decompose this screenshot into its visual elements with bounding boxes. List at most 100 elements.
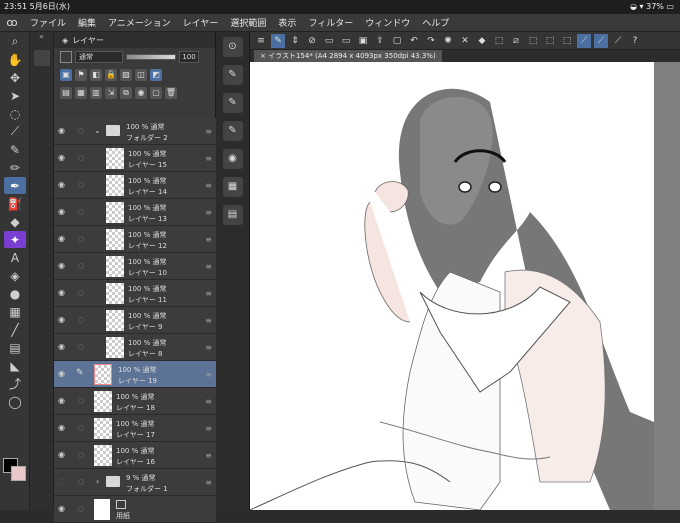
layer-lock-toggle[interactable]: [78, 425, 84, 431]
color-wheel-icon[interactable]: ◉: [222, 149, 243, 169]
layer-lock-toggle[interactable]: [78, 182, 84, 188]
layer-row-13[interactable]: ◉ 100 % 通常 レイヤー 13 ≡: [54, 199, 216, 226]
brush-size-icon[interactable]: ✎: [222, 121, 243, 141]
clip-icon[interactable]: ▣: [60, 69, 72, 81]
menu-help[interactable]: ヘルプ: [416, 16, 455, 29]
drag-handle-icon[interactable]: ≡: [205, 181, 212, 190]
open-file-icon[interactable]: ▭: [339, 34, 353, 48]
fill-icon[interactable]: ◈: [4, 267, 26, 284]
transform-icon[interactable]: ⬚: [492, 34, 506, 48]
hand-icon[interactable]: ✋: [4, 51, 26, 68]
lock-icon[interactable]: 🔒: [105, 69, 117, 81]
layer-lock-toggle[interactable]: [78, 155, 84, 161]
snap-special-ruler-icon[interactable]: ⟋: [594, 33, 608, 48]
layer-color-icon[interactable]: [60, 51, 72, 63]
canvas-tab[interactable]: × イラスト154* (A4 2894 x 4093px 350dpi 43.3…: [254, 50, 442, 62]
close-icon[interactable]: ×: [260, 52, 266, 60]
deselect-icon[interactable]: ⬚: [543, 34, 557, 48]
export-icon[interactable]: ⇪: [373, 34, 387, 48]
lock-transparent-icon[interactable]: ▨: [120, 69, 132, 81]
drag-handle-icon[interactable]: ≡: [205, 370, 212, 379]
visibility-eye-icon[interactable]: ◉: [58, 127, 68, 135]
visibility-eye-icon[interactable]: ◉: [58, 154, 68, 162]
brush-icon[interactable]: ✒: [4, 177, 26, 194]
opacity-value[interactable]: 100: [179, 51, 199, 63]
fill-layer-icon[interactable]: ◆: [475, 34, 489, 48]
menu-view[interactable]: 表示: [272, 16, 302, 29]
zoom-icon[interactable]: ⌕: [4, 33, 26, 50]
text-icon[interactable]: A: [4, 249, 26, 266]
drag-handle-icon[interactable]: ≡: [205, 316, 212, 325]
merge-down-icon[interactable]: ⇲: [105, 87, 117, 99]
layer-lock-toggle[interactable]: [78, 452, 84, 458]
layer-row-16[interactable]: ◉ 100 % 通常 レイヤー 16 ≡: [54, 442, 216, 469]
layer-color-toggle-icon[interactable]: ◩: [150, 69, 162, 81]
layer-lock-toggle[interactable]: [78, 506, 84, 512]
eraser-icon[interactable]: ◆: [4, 213, 26, 230]
layer-lock-toggle[interactable]: [78, 479, 84, 485]
collapse-icon[interactable]: «: [30, 32, 53, 46]
layer-row-12[interactable]: ◉ 100 % 通常 レイヤー 12 ≡: [54, 226, 216, 253]
visibility-eye-icon[interactable]: ◉: [58, 505, 68, 513]
layer-lock-toggle[interactable]: [78, 236, 84, 242]
layer-row-19-selected[interactable]: ◉ ✎ 100 % 通常 レイヤー 19 ≡: [54, 361, 216, 388]
record-icon[interactable]: ⊘: [305, 34, 319, 48]
layer-lock-toggle[interactable]: [78, 290, 84, 296]
visibility-eye-icon[interactable]: ◉: [58, 370, 68, 378]
menu-selection[interactable]: 選択範囲: [224, 16, 272, 29]
undo-icon[interactable]: ↶: [407, 34, 421, 48]
layer-row-folder-1[interactable]: ◌ › 9 % 通常 フォルダー 1 ≡: [54, 469, 216, 496]
ruler-icon[interactable]: ◣: [4, 357, 26, 374]
pen-icon[interactable]: ✎: [4, 141, 26, 158]
balloon-icon[interactable]: ◯: [4, 393, 26, 410]
drag-handle-icon[interactable]: ≡: [205, 262, 212, 271]
eyedropper-icon[interactable]: ⟋: [4, 123, 26, 140]
new-folder-icon[interactable]: ▥: [90, 87, 102, 99]
new-file-icon[interactable]: ▭: [322, 34, 336, 48]
layer-row-11[interactable]: ◉ 100 % 通常 レイヤー 11 ≡: [54, 280, 216, 307]
visibility-eye-icon[interactable]: ◉: [58, 289, 68, 297]
menu-window[interactable]: ウィンドウ: [359, 16, 416, 29]
drag-handle-icon[interactable]: ≡: [205, 235, 212, 244]
drag-handle-icon[interactable]: ≡: [205, 424, 212, 433]
snap-grid-icon[interactable]: ⟋: [611, 34, 625, 48]
menu-animation[interactable]: アニメーション: [102, 16, 177, 29]
visibility-eye-icon[interactable]: ◌: [58, 478, 68, 486]
frame-icon[interactable]: ▤: [4, 339, 26, 356]
material-icon[interactable]: ▤: [222, 205, 243, 225]
drag-handle-icon[interactable]: ≡: [205, 289, 212, 298]
menu-file[interactable]: ファイル: [24, 16, 72, 29]
blend-mode-select[interactable]: 通常: [75, 51, 123, 63]
layer-row-14[interactable]: ◉ 100 % 通常 レイヤー 14 ≡: [54, 172, 216, 199]
layer-row-10[interactable]: ◉ 100 % 通常 レイヤー 10 ≡: [54, 253, 216, 280]
blend-icon[interactable]: ●: [4, 285, 26, 302]
layer-row-15[interactable]: ◉ 100 % 通常 レイヤー 15 ≡: [54, 145, 216, 172]
subtool-icon[interactable]: [33, 50, 50, 66]
menu-edit[interactable]: 編集: [72, 16, 102, 29]
stepper-icon[interactable]: ⇕: [288, 34, 302, 48]
layer-lock-toggle[interactable]: [78, 209, 84, 215]
layer-lock-toggle[interactable]: [78, 317, 84, 323]
select-all-icon[interactable]: ⬚: [526, 34, 540, 48]
visibility-eye-icon[interactable]: ◉: [58, 208, 68, 216]
layer-row-8[interactable]: ◉ 100 % 通常 レイヤー 8 ≡: [54, 334, 216, 361]
airbrush-icon[interactable]: ⛽: [4, 195, 26, 212]
pencil-icon[interactable]: ✏: [4, 159, 26, 176]
app-logo-icon[interactable]: ꝏ: [0, 16, 24, 29]
pen-pressure-icon[interactable]: ✎: [271, 33, 285, 48]
layer-row-17[interactable]: ◉ 100 % 通常 レイヤー 17 ≡: [54, 415, 216, 442]
loading-icon[interactable]: ✺: [441, 34, 455, 48]
visibility-eye-icon[interactable]: ◉: [58, 181, 68, 189]
subtool-detail-icon[interactable]: ✎: [222, 65, 243, 85]
visibility-eye-icon[interactable]: ◉: [58, 262, 68, 270]
decoration-icon[interactable]: ✦: [4, 231, 26, 248]
drag-handle-icon[interactable]: ≡: [205, 397, 212, 406]
move-icon[interactable]: ✥: [4, 69, 26, 86]
visibility-eye-icon[interactable]: ◉: [58, 235, 68, 243]
menu-filter[interactable]: フィルター: [302, 16, 359, 29]
drag-handle-icon[interactable]: ≡: [205, 478, 212, 487]
correct-line-icon[interactable]: ⤴: [4, 375, 26, 392]
color-set-icon[interactable]: ▦: [222, 177, 243, 197]
drag-handle-icon[interactable]: ≡: [205, 451, 212, 460]
delete-layer-icon[interactable]: 🗑: [165, 87, 177, 99]
